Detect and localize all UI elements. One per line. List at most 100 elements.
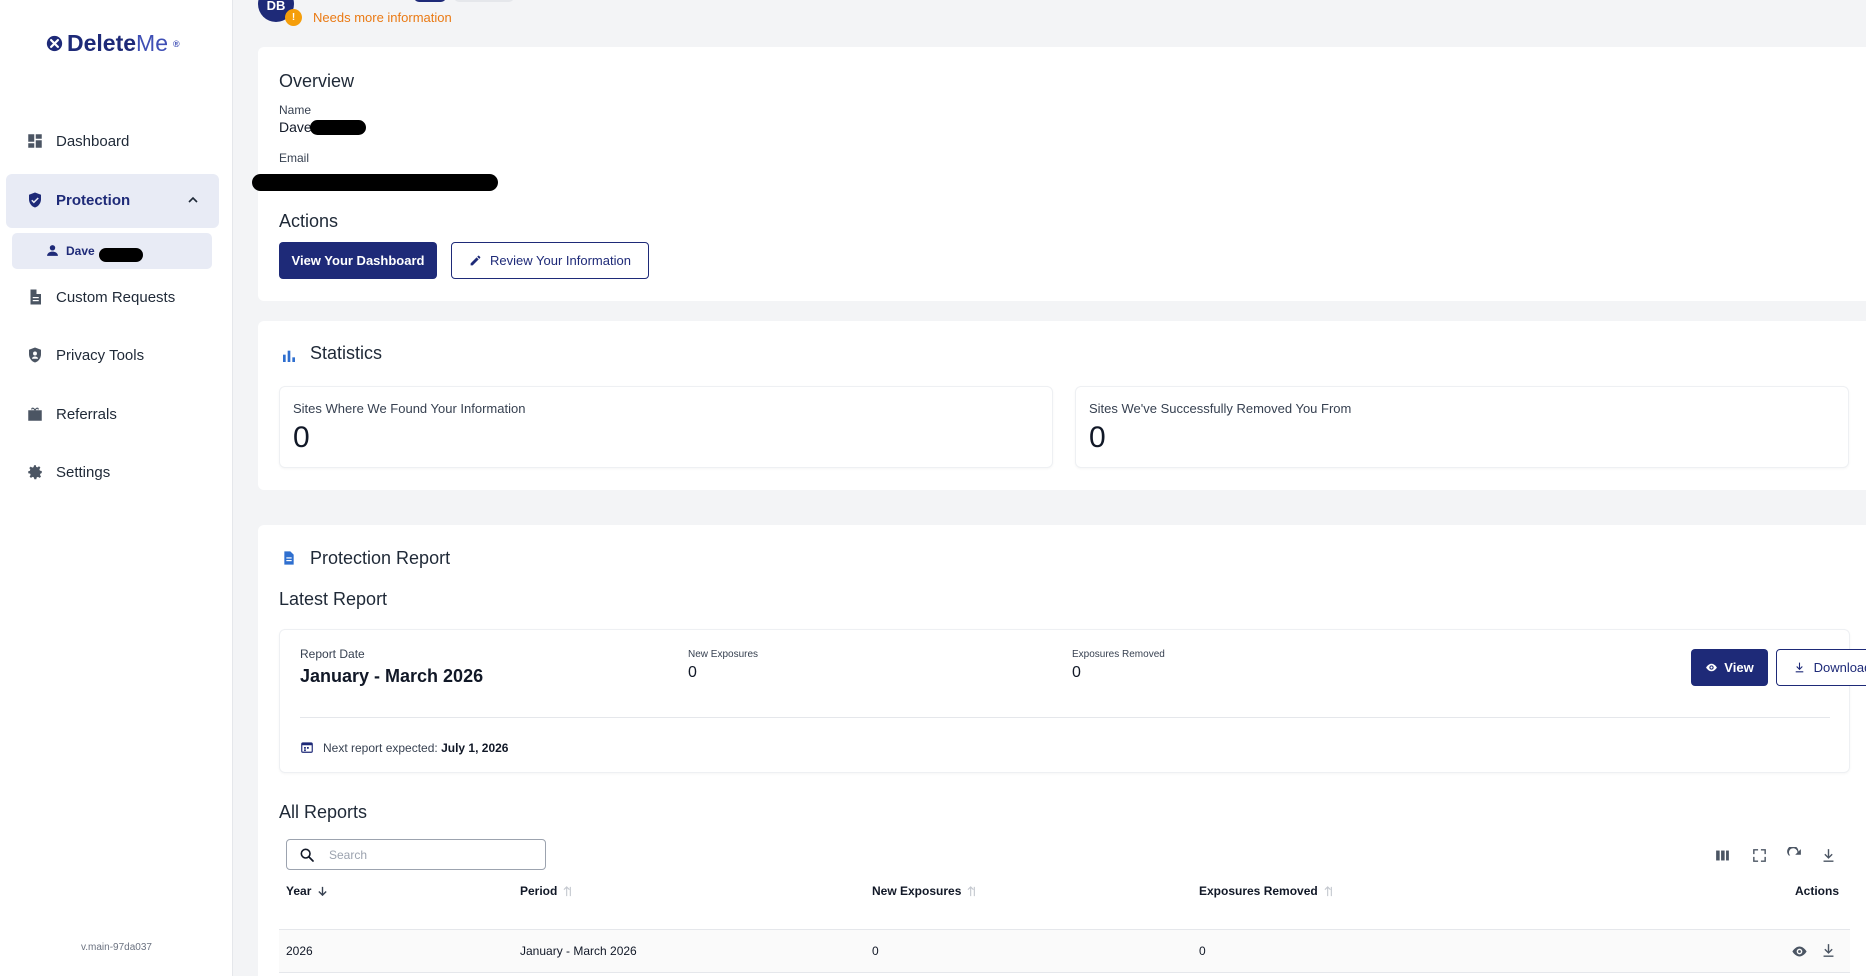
chevron-up-icon[interactable] [187,194,199,206]
report-date-value: January - March 2026 [300,666,484,686]
status-text: Needs more information [313,10,452,25]
table-download-icon[interactable] [1820,847,1837,864]
column-header-exposures-removed[interactable]: Exposures Removed [1199,884,1335,898]
exposures-removed-value: 0 [1072,664,1081,681]
dashboard-icon [28,134,42,148]
latest-report-divider [300,717,1830,718]
sidebar-item-label: Custom Requests [56,288,176,306]
new-exposures-label: New Exposures [688,649,759,660]
download-report-button[interactable]: Download [1776,649,1866,686]
sort-icon [967,885,976,896]
statistics-card: Statistics Sites Where We Found Your Inf… [258,321,1866,490]
name-label: Name [279,103,312,117]
calendar-icon [301,742,313,753]
sort-arrow-down-icon [318,886,328,896]
sidebar-item-settings[interactable]: Settings [26,463,110,481]
gear-icon [28,465,42,480]
search-icon [300,848,314,862]
cell-year: 2026 [286,944,313,958]
report-search[interactable] [286,839,546,870]
sidebar-item-label: Dashboard [56,132,130,150]
stat-found-value: 0 [293,421,310,454]
fullscreen-icon[interactable] [1751,847,1768,864]
review-information-label: Review Your Information [490,253,631,268]
protection-report-title: Protection Report [310,548,451,568]
exposures-removed-label: Exposures Removed [1072,649,1165,660]
view-dashboard-button[interactable]: View Your Dashboard [279,242,437,279]
actions-title: Actions [279,211,339,231]
shield-person-icon [29,347,41,363]
review-information-button[interactable]: Review Your Information [451,242,649,279]
columns-icon[interactable] [1714,847,1731,864]
header-tab[interactable] [454,0,514,2]
email-redaction-mark [252,174,498,191]
row-view-eye-icon[interactable] [1791,943,1808,960]
warning-icon: ! [285,9,302,26]
deleteme-logo[interactable]: Delete Me ® [46,30,180,57]
column-header-label: Period [520,884,558,898]
logo-text-bold: Delete [67,30,137,56]
redaction-mark [98,248,143,262]
column-header-period[interactable]: Period [520,884,574,898]
sidebar-item-privacy-tools[interactable]: Privacy Tools [26,346,144,364]
stat-removed: Sites We've Successfully Removed You Fro… [1075,386,1849,468]
name-value: Dave [279,119,366,135]
document-icon [30,289,41,305]
redaction-mark [309,119,366,135]
sidebar-item-label: Settings [56,463,111,481]
row-download-icon[interactable] [1820,942,1837,959]
logo-registered-mark: ® [173,38,180,49]
column-header-year[interactable]: Year [286,884,328,898]
refresh-icon[interactable] [1786,847,1803,864]
stat-removed-label: Sites We've Successfully Removed You Fro… [1089,401,1352,416]
shield-check-icon [29,192,41,208]
cell-exposures-removed: 0 [1199,944,1206,958]
sidebar-item-referrals[interactable]: Referrals [26,405,117,423]
view-report-button[interactable]: View [1691,649,1768,686]
search-input[interactable] [329,847,519,862]
overview-card: Overview Name Dave Email Actions View Yo… [252,47,1866,301]
sidebar-item-custom-requests[interactable]: Custom Requests [26,288,175,306]
all-reports-title: All Reports [279,802,368,822]
cell-period: January - March 2026 [520,944,637,958]
next-report-note: Next report expected: July 1, 2026 [323,741,508,755]
overview-title: Overview [279,71,355,91]
view-report-label: View [1724,660,1754,675]
column-header-label: Year [286,884,312,898]
sidebar-item-protection[interactable]: Protection [6,174,219,228]
eye-icon [1706,663,1718,672]
sidebar-item-label: Privacy Tools [56,346,145,364]
gift-card-icon [28,407,42,421]
stat-found: Sites Where We Found Your Information 0 [279,386,1053,468]
report-document-icon [284,551,294,565]
sidebar-subitem-member[interactable]: Dave [12,233,212,269]
header-tab-active[interactable] [414,0,446,2]
column-header-actions: Actions [1795,884,1840,898]
name-text: Dave [279,119,312,135]
cell-new-exposures: 0 [872,944,879,958]
stat-found-label: Sites Where We Found Your Information [293,401,526,416]
table-row: 2026 January - March 2026 0 0 [279,929,1850,973]
email-label: Email [279,151,310,165]
column-header-new-exposures[interactable]: New Exposures [872,884,978,898]
download-icon [1795,662,1803,673]
sort-icon [563,885,572,896]
statistics-title: Statistics [310,343,383,363]
latest-report-title: Latest Report [279,589,388,609]
column-header-label: Exposures Removed [1199,884,1318,898]
sidebar-item-dashboard[interactable]: Dashboard [26,132,129,150]
latest-report-panel: Report Date January - March 2026 New Exp… [279,629,1866,773]
next-report-date: July 1, 2026 [441,741,509,755]
report-date-label: Report Date [300,647,365,661]
sort-icon [1324,885,1332,896]
next-report-prefix: Next report expected: [323,741,438,755]
deleteme-logo-icon [46,35,63,52]
bar-chart-icon [283,350,295,362]
logo-text-light: Me [136,30,168,56]
protection-report-card: Protection Report Latest Report Report D… [258,525,1866,976]
column-header-label: New Exposures [872,884,962,898]
new-exposures-value: 0 [688,664,697,681]
sidebar: Delete Me ® Dashboard Protection Dave Cust… [0,0,233,976]
download-report-label: Download [1813,660,1866,675]
sidebar-item-label: Referrals [56,405,117,423]
